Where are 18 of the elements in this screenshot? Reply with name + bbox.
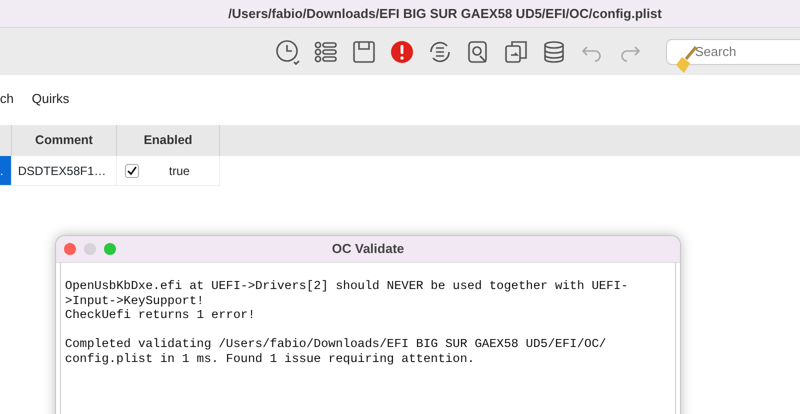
output-line: >Input->KeySupport! — [65, 294, 205, 308]
value-text: true — [169, 162, 190, 180]
table-cell: . — [0, 156, 12, 186]
window-title: /Users/fabio/Downloads/EFI BIG SUR GAEX58 UD5/EFI/OC/config.plist — [228, 4, 662, 23]
table-cell: DSDTEX58F1… — [12, 156, 117, 186]
history-icon[interactable] — [274, 38, 302, 66]
close-icon[interactable] — [64, 243, 76, 255]
output-line: CheckUefi returns 1 error! — [65, 308, 256, 322]
column-header[interactable]: Comment — [35, 131, 93, 150]
column-header[interactable]: Enabled — [144, 131, 192, 150]
tab[interactable]: Quirks — [32, 89, 70, 109]
tab[interactable]: ch — [0, 89, 14, 109]
output-line: Completed validating /Users/fabio/Downloads/EFI BIG SUR GAEX58 UD5/EFI/OC/ — [65, 337, 608, 352]
checkbox[interactable] — [125, 164, 139, 178]
search-field[interactable]: Search — [666, 38, 800, 64]
output-line: OpenUsbKbDxe.efi at UEFI->Drivers[2] should NEVER be used together with UEFI- — [65, 279, 630, 294]
dialog-title: OC Validate — [332, 241, 404, 256]
output-line: config.plist in 1 ms. Found 1 issue requiring attention. — [65, 352, 476, 366]
